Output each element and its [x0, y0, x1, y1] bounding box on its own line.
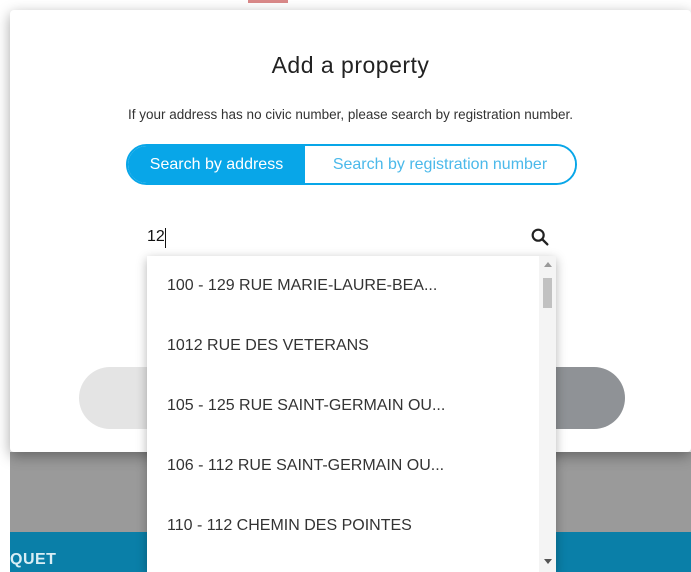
suggestion-item[interactable]: 100 - 129 RUE MARIE-LAURE-BEA... [147, 256, 535, 316]
scroll-up-arrow-icon[interactable] [544, 262, 552, 267]
dropdown-scrollbar[interactable] [539, 256, 556, 572]
suggestion-item[interactable]: 110 - 112 CHEMIN DES POINTES [147, 496, 535, 556]
search-field [147, 218, 556, 258]
search-hint: If your address has no civic number, ple… [128, 107, 573, 122]
background-top-mark [248, 0, 288, 3]
tab-search-by-registration-number[interactable]: Search by registration number [305, 146, 575, 183]
suggestion-item[interactable]: 106 - 112 RUE SAINT-GERMAIN OU... [147, 436, 535, 496]
text-caret [165, 228, 166, 248]
scroll-down-arrow-icon[interactable] [544, 559, 552, 564]
tab-search-by-address[interactable]: Search by address [128, 146, 305, 183]
suggestion-item[interactable]: 1012 RUE DES VETERANS [147, 316, 535, 376]
modal-title: Add a property [271, 52, 430, 78]
search-mode-toggle: Search by address Search by registration… [126, 144, 577, 185]
scroll-thumb[interactable] [543, 278, 552, 308]
search-input[interactable] [147, 218, 517, 256]
search-icon[interactable] [529, 226, 551, 248]
suggestion-item[interactable]: 105 - 125 RUE SAINT-GERMAIN OU... [147, 376, 535, 436]
address-suggestions-dropdown: 100 - 129 RUE MARIE-LAURE-BEA... 1012 RU… [147, 256, 556, 572]
background-footer-label: QUET [10, 551, 57, 568]
